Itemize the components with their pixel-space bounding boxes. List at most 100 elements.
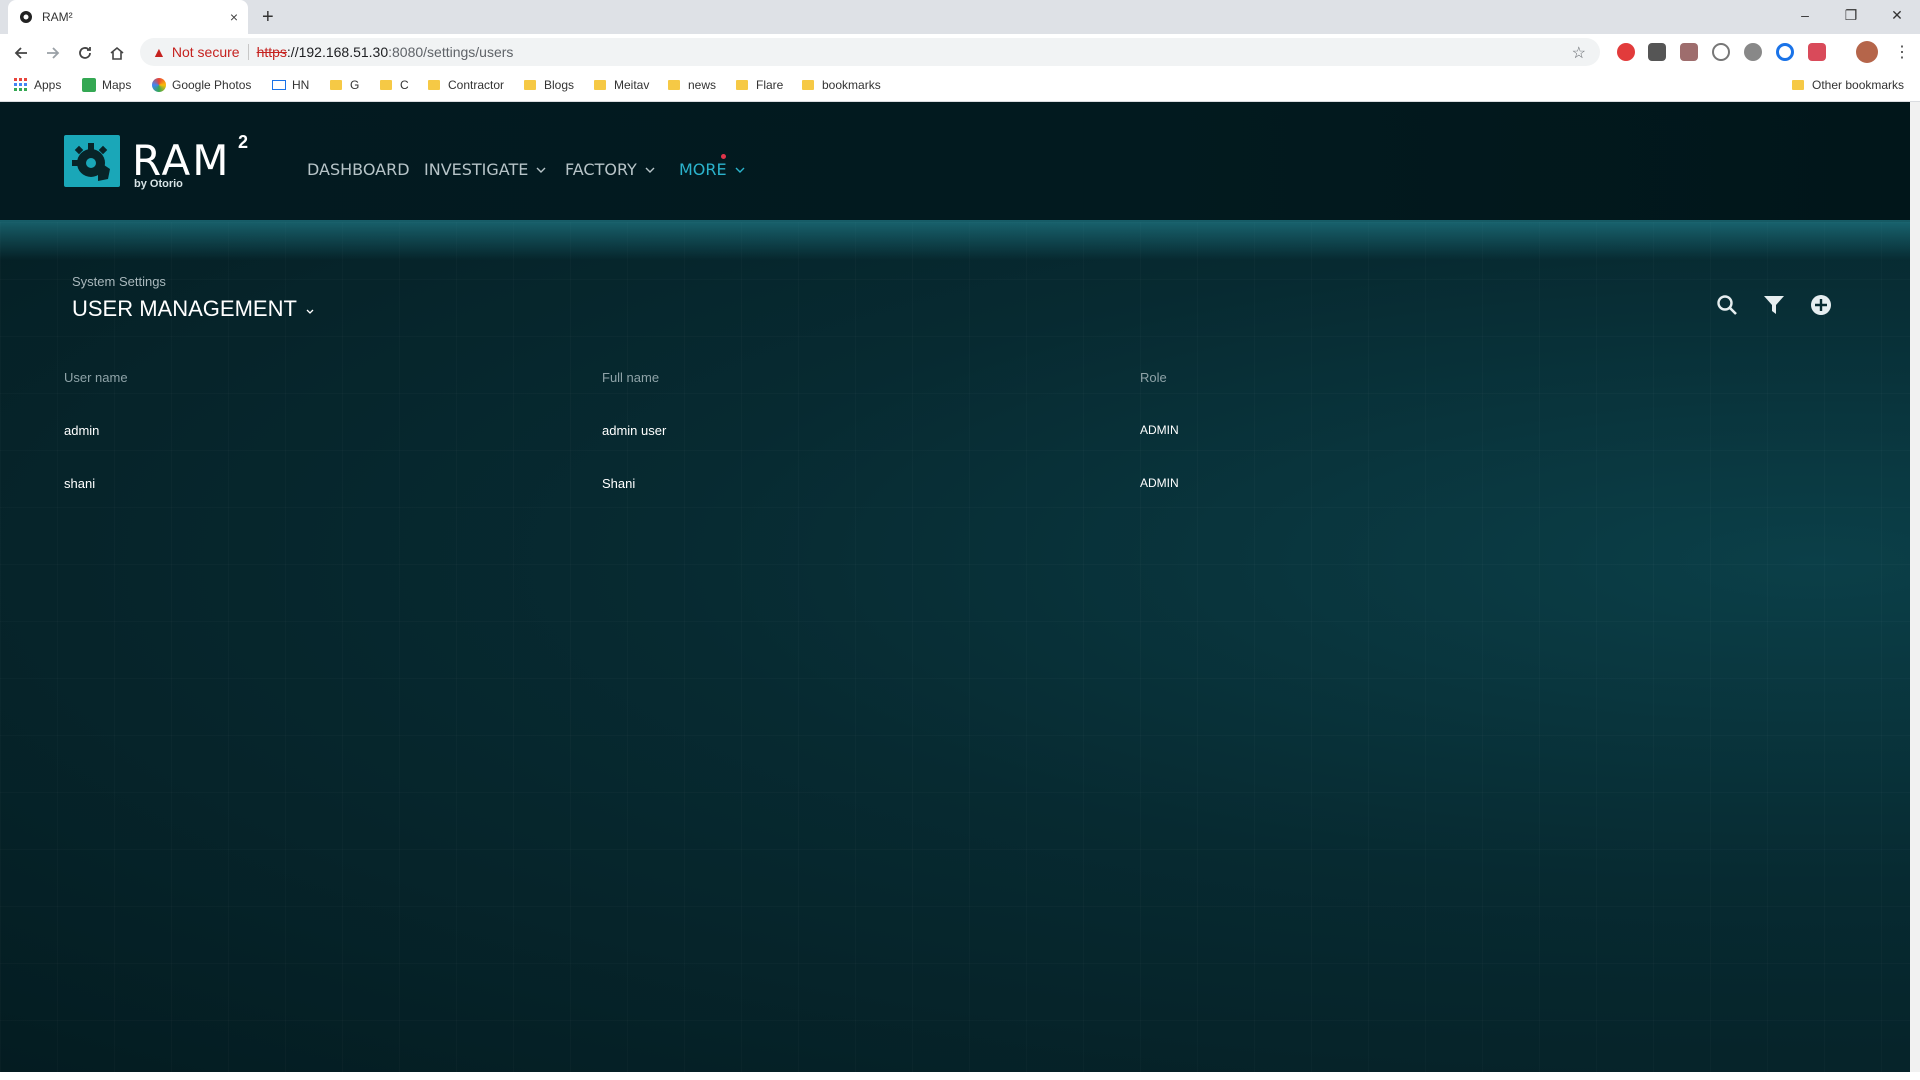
bookmark-folder-meitav[interactable]: Meitav (594, 78, 649, 92)
header-glow (0, 220, 1910, 260)
arrow-right-icon (47, 47, 60, 59)
browser-tab[interactable]: RAM² × (8, 0, 248, 34)
bookmark-folder-blogs[interactable]: Blogs (524, 78, 574, 92)
cell-username: admin (64, 423, 100, 438)
other-bookmarks[interactable]: Other bookmarks (1792, 78, 1904, 92)
ram-favicon-icon (20, 11, 32, 23)
chevron-down-icon (735, 167, 745, 173)
pocket-extension-icon[interactable] (1808, 43, 1826, 61)
folder-icon (594, 80, 606, 90)
extension-icon[interactable] (1776, 43, 1794, 61)
address-divider (247, 44, 249, 60)
bookmark-folder-flare[interactable]: Flare (736, 78, 783, 92)
cell-username: shani (64, 476, 96, 491)
column-header-fullname[interactable]: Full name (602, 370, 659, 385)
folder-icon (668, 80, 680, 90)
app-root: RAM 2 by Otorio DASHBOARD INVESTIGATE FA… (0, 102, 1910, 1072)
search-icon (1717, 295, 1737, 315)
nav-dashboard[interactable]: DASHBOARD (307, 160, 410, 179)
tab-title: RAM² (42, 10, 73, 24)
filter-button[interactable] (1761, 292, 1787, 318)
content-area (0, 222, 1910, 1072)
bookmark-label: Google Photos (172, 78, 252, 92)
bookmark-label: bookmarks (822, 78, 881, 92)
extension-icon[interactable] (1712, 43, 1730, 61)
bookmark-label: G (350, 78, 360, 92)
column-header-role[interactable]: Role (1140, 370, 1167, 385)
folder-icon (736, 80, 748, 90)
bookmark-folder-g[interactable]: G (330, 78, 359, 92)
bookmark-label: Contractor (448, 78, 505, 92)
back-button[interactable] (10, 42, 32, 64)
bookmark-hn[interactable]: HN (272, 78, 309, 92)
menu-kebab-icon[interactable]: ⋮ (1894, 42, 1910, 62)
opera-extension-icon[interactable] (1617, 43, 1635, 61)
gear-head-icon (72, 143, 110, 181)
bookmark-label: Maps (102, 78, 132, 92)
address-bar[interactable]: ▲ Not secure https ://192.168.51.30 :808… (140, 38, 1600, 66)
bookmark-folder-bookmarks[interactable]: bookmarks (802, 78, 881, 92)
nav-label: MORE (679, 160, 727, 179)
bookmark-label: Blogs (544, 78, 575, 92)
app-header: RAM 2 by Otorio DASHBOARD INVESTIGATE FA… (0, 102, 1910, 222)
logo-byline: by Otorio (134, 178, 183, 190)
mail-icon (272, 80, 286, 90)
cell-role: ADMIN (1140, 423, 1179, 437)
reload-button[interactable] (74, 42, 96, 64)
bookmark-folder-contractor[interactable]: Contractor (428, 78, 504, 92)
bookmarks-bar: Apps Maps Google Photos HN G C Contracto… (0, 70, 1920, 102)
minimize-button[interactable]: – (1782, 0, 1828, 30)
bookmark-apps[interactable]: Apps (14, 78, 61, 92)
nav-factory[interactable]: FACTORY (565, 160, 655, 179)
plus-circle-icon (1811, 295, 1831, 315)
breadcrumb[interactable]: System Settings (72, 274, 166, 289)
chevron-down-icon (306, 309, 314, 314)
url-path: :8080/settings/users (388, 44, 514, 60)
new-tab-button[interactable]: + (262, 6, 274, 29)
nav-label: DASHBOARD (307, 160, 410, 179)
page-title[interactable]: USER MANAGEMENT (72, 296, 315, 322)
extension-icon[interactable] (1648, 43, 1666, 61)
restore-button[interactable]: ❐ (1828, 0, 1874, 30)
nav-more[interactable]: MORE (679, 160, 745, 179)
search-button[interactable] (1714, 292, 1740, 318)
bookmark-folder-c[interactable]: C (380, 78, 409, 92)
security-label: Not secure (171, 44, 240, 60)
bookmark-folder-news[interactable]: news (668, 78, 716, 92)
arrow-left-icon (14, 47, 27, 59)
forward-button[interactable] (42, 42, 64, 64)
bookmark-label: Other bookmarks (1812, 78, 1905, 92)
bookmark-google-photos[interactable]: Google Photos (152, 78, 251, 92)
chevron-down-icon (645, 167, 655, 173)
bookmark-star-icon[interactable]: ☆ (1572, 43, 1586, 63)
ram-logo-icon[interactable] (64, 135, 120, 187)
browser-tab-strip: RAM² × + – ❐ ✕ (0, 0, 1920, 34)
home-button[interactable] (106, 42, 128, 64)
nav-label: FACTORY (565, 160, 637, 179)
filter-icon (1764, 296, 1784, 314)
reload-icon (79, 47, 91, 59)
url-host: ://192.168.51.30 (286, 44, 389, 60)
cell-fullname: Shani (602, 476, 636, 491)
warning-icon: ▲ (152, 44, 166, 60)
nav-investigate[interactable]: INVESTIGATE (424, 160, 546, 179)
bookmark-label: news (688, 78, 717, 92)
folder-icon (428, 80, 440, 90)
page-scrollbar[interactable] (1910, 102, 1920, 1072)
extension-icon[interactable] (1744, 43, 1762, 61)
close-window-button[interactable]: ✕ (1874, 0, 1920, 30)
pdf-extension-icon[interactable] (1680, 43, 1698, 61)
profile-avatar[interactable] (1856, 41, 1878, 63)
cell-fullname: admin user (602, 423, 667, 438)
bookmark-maps[interactable]: Maps (82, 78, 131, 92)
chevron-down-icon (536, 167, 546, 173)
folder-icon (802, 80, 814, 90)
url-protocol: https (256, 44, 287, 60)
bookmark-label: Meitav (614, 78, 650, 92)
apps-grid-icon (14, 78, 27, 91)
notification-dot (721, 154, 726, 159)
add-user-button[interactable] (1808, 292, 1834, 318)
window-bottom-edge (0, 1072, 1920, 1080)
column-header-username[interactable]: User name (64, 370, 128, 385)
tab-close-icon[interactable]: × (230, 9, 238, 25)
